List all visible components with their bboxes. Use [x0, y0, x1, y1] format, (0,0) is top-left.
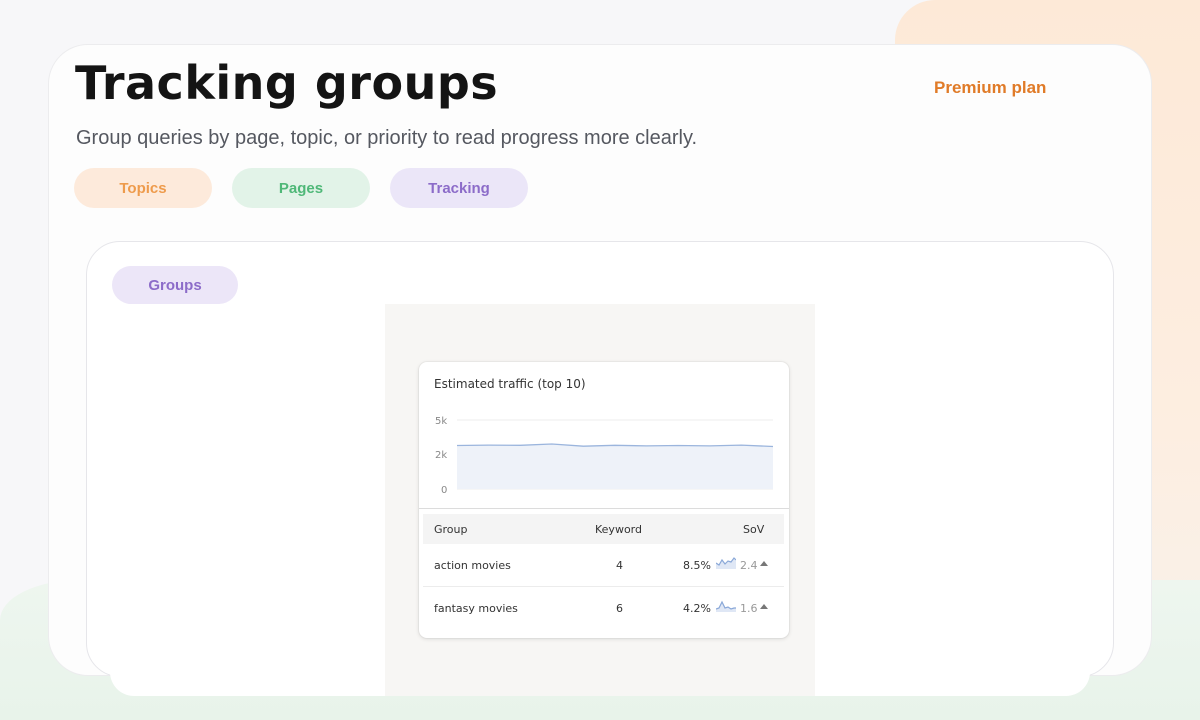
filter-pages-button[interactable]: Pages: [232, 168, 370, 208]
trend-up-icon: [760, 604, 768, 609]
traffic-chart: 5k 2k 0: [435, 416, 774, 496]
table-header: Group Keyword SoV: [423, 514, 784, 544]
row-group-name[interactable]: action movies: [434, 559, 511, 572]
row-keyword-count: 6: [616, 602, 623, 615]
y-tick-2k: 2k: [435, 450, 447, 461]
row-sov-value: 4.2%: [683, 602, 711, 615]
row-group-name[interactable]: fantasy movies: [434, 602, 518, 615]
page-title: Tracking groups: [75, 56, 499, 110]
column-header-sov[interactable]: SoV: [743, 523, 764, 536]
row-sov-value: 8.5%: [683, 559, 711, 572]
row-sov-change: 2.4: [740, 559, 758, 572]
column-header-keyword[interactable]: Keyword: [595, 523, 642, 536]
page-subtitle: Group queries by page, topic, or priorit…: [76, 127, 698, 149]
row-sov-change: 1.6: [740, 602, 758, 615]
column-header-group[interactable]: Group: [434, 523, 468, 536]
sparkline-icon: [716, 600, 736, 612]
sparkline-icon: [716, 557, 736, 569]
row-keyword-count: 4: [616, 559, 623, 572]
chart-table-divider: [419, 508, 789, 509]
table-row[interactable]: fantasy movies 6 4.2% 1.6: [423, 587, 784, 629]
y-tick-0: 0: [441, 485, 447, 496]
groups-tab[interactable]: Groups: [112, 266, 238, 304]
traffic-area: [457, 444, 773, 489]
trend-up-icon: [760, 561, 768, 566]
estimated-traffic-widget: Estimated traffic (top 10) 5k 2k 0 Group…: [419, 362, 789, 638]
premium-plan-label: Premium plan: [934, 78, 1047, 97]
table-row[interactable]: action movies 4 8.5% 2.4: [423, 544, 784, 586]
filter-topics-button[interactable]: Topics: [74, 168, 212, 208]
y-tick-5k: 5k: [435, 416, 447, 427]
filter-tracking-button[interactable]: Tracking: [390, 168, 528, 208]
widget-title: Estimated traffic (top 10): [434, 377, 586, 391]
